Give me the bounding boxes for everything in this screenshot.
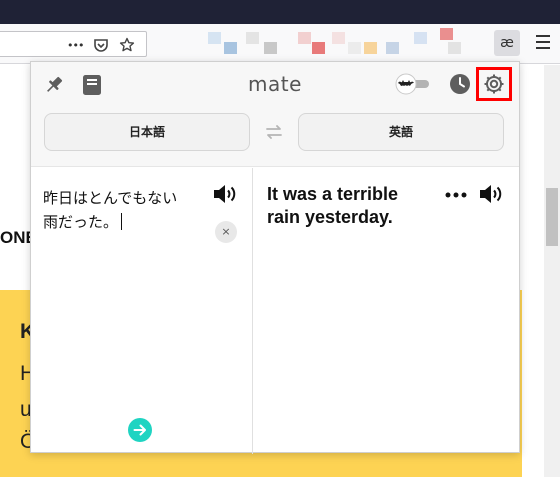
mate-extension-button[interactable]: æ <box>494 30 520 56</box>
page-actions-button[interactable]: ••• <box>67 39 84 52</box>
page-scrollbar[interactable] <box>544 65 560 477</box>
popup-header: mate 日本語 英語 <box>31 62 519 167</box>
more-options-icon[interactable] <box>443 183 469 207</box>
translation-line: rain yesterday. <box>267 207 393 227</box>
bat-toggle-icon[interactable] <box>395 72 431 96</box>
menu-icon[interactable] <box>536 35 550 53</box>
brand-title: mate <box>248 72 302 96</box>
scrollbar-thumb[interactable] <box>546 188 558 246</box>
bookmark-star-icon[interactable] <box>119 37 135 53</box>
clear-text-button[interactable]: × <box>215 221 237 243</box>
pocket-icon[interactable] <box>93 38 109 53</box>
url-bar[interactable]: ••• <box>0 31 147 57</box>
source-text-line: 雨だった。 <box>43 213 119 231</box>
source-text-input[interactable]: 昨日はとんでもない 雨だった。 <box>43 186 213 234</box>
translation-line: It was a terrible <box>267 184 399 204</box>
speak-translation-icon[interactable] <box>479 182 505 206</box>
settings-icon[interactable] <box>482 72 506 96</box>
target-language-button[interactable]: 英語 <box>298 113 504 151</box>
swap-languages-icon[interactable] <box>264 122 284 142</box>
source-language-button[interactable]: 日本語 <box>44 113 250 151</box>
source-text-line: 昨日はとんでもない <box>43 189 178 207</box>
pane-divider <box>252 168 253 454</box>
translation-output: It was a terrible rain yesterday. <box>267 183 447 229</box>
mate-popup: mate 日本語 英語 昨日はとんでもない 雨だった。 × It was a t… <box>30 61 520 454</box>
text-caret <box>121 213 123 230</box>
extension-icons-blurred <box>208 28 488 56</box>
browser-toolbar: ••• æ <box>0 24 560 64</box>
history-icon[interactable] <box>449 73 471 95</box>
window-title-strip <box>0 0 560 24</box>
translate-go-button[interactable] <box>128 418 152 442</box>
speak-source-icon[interactable] <box>213 182 239 206</box>
